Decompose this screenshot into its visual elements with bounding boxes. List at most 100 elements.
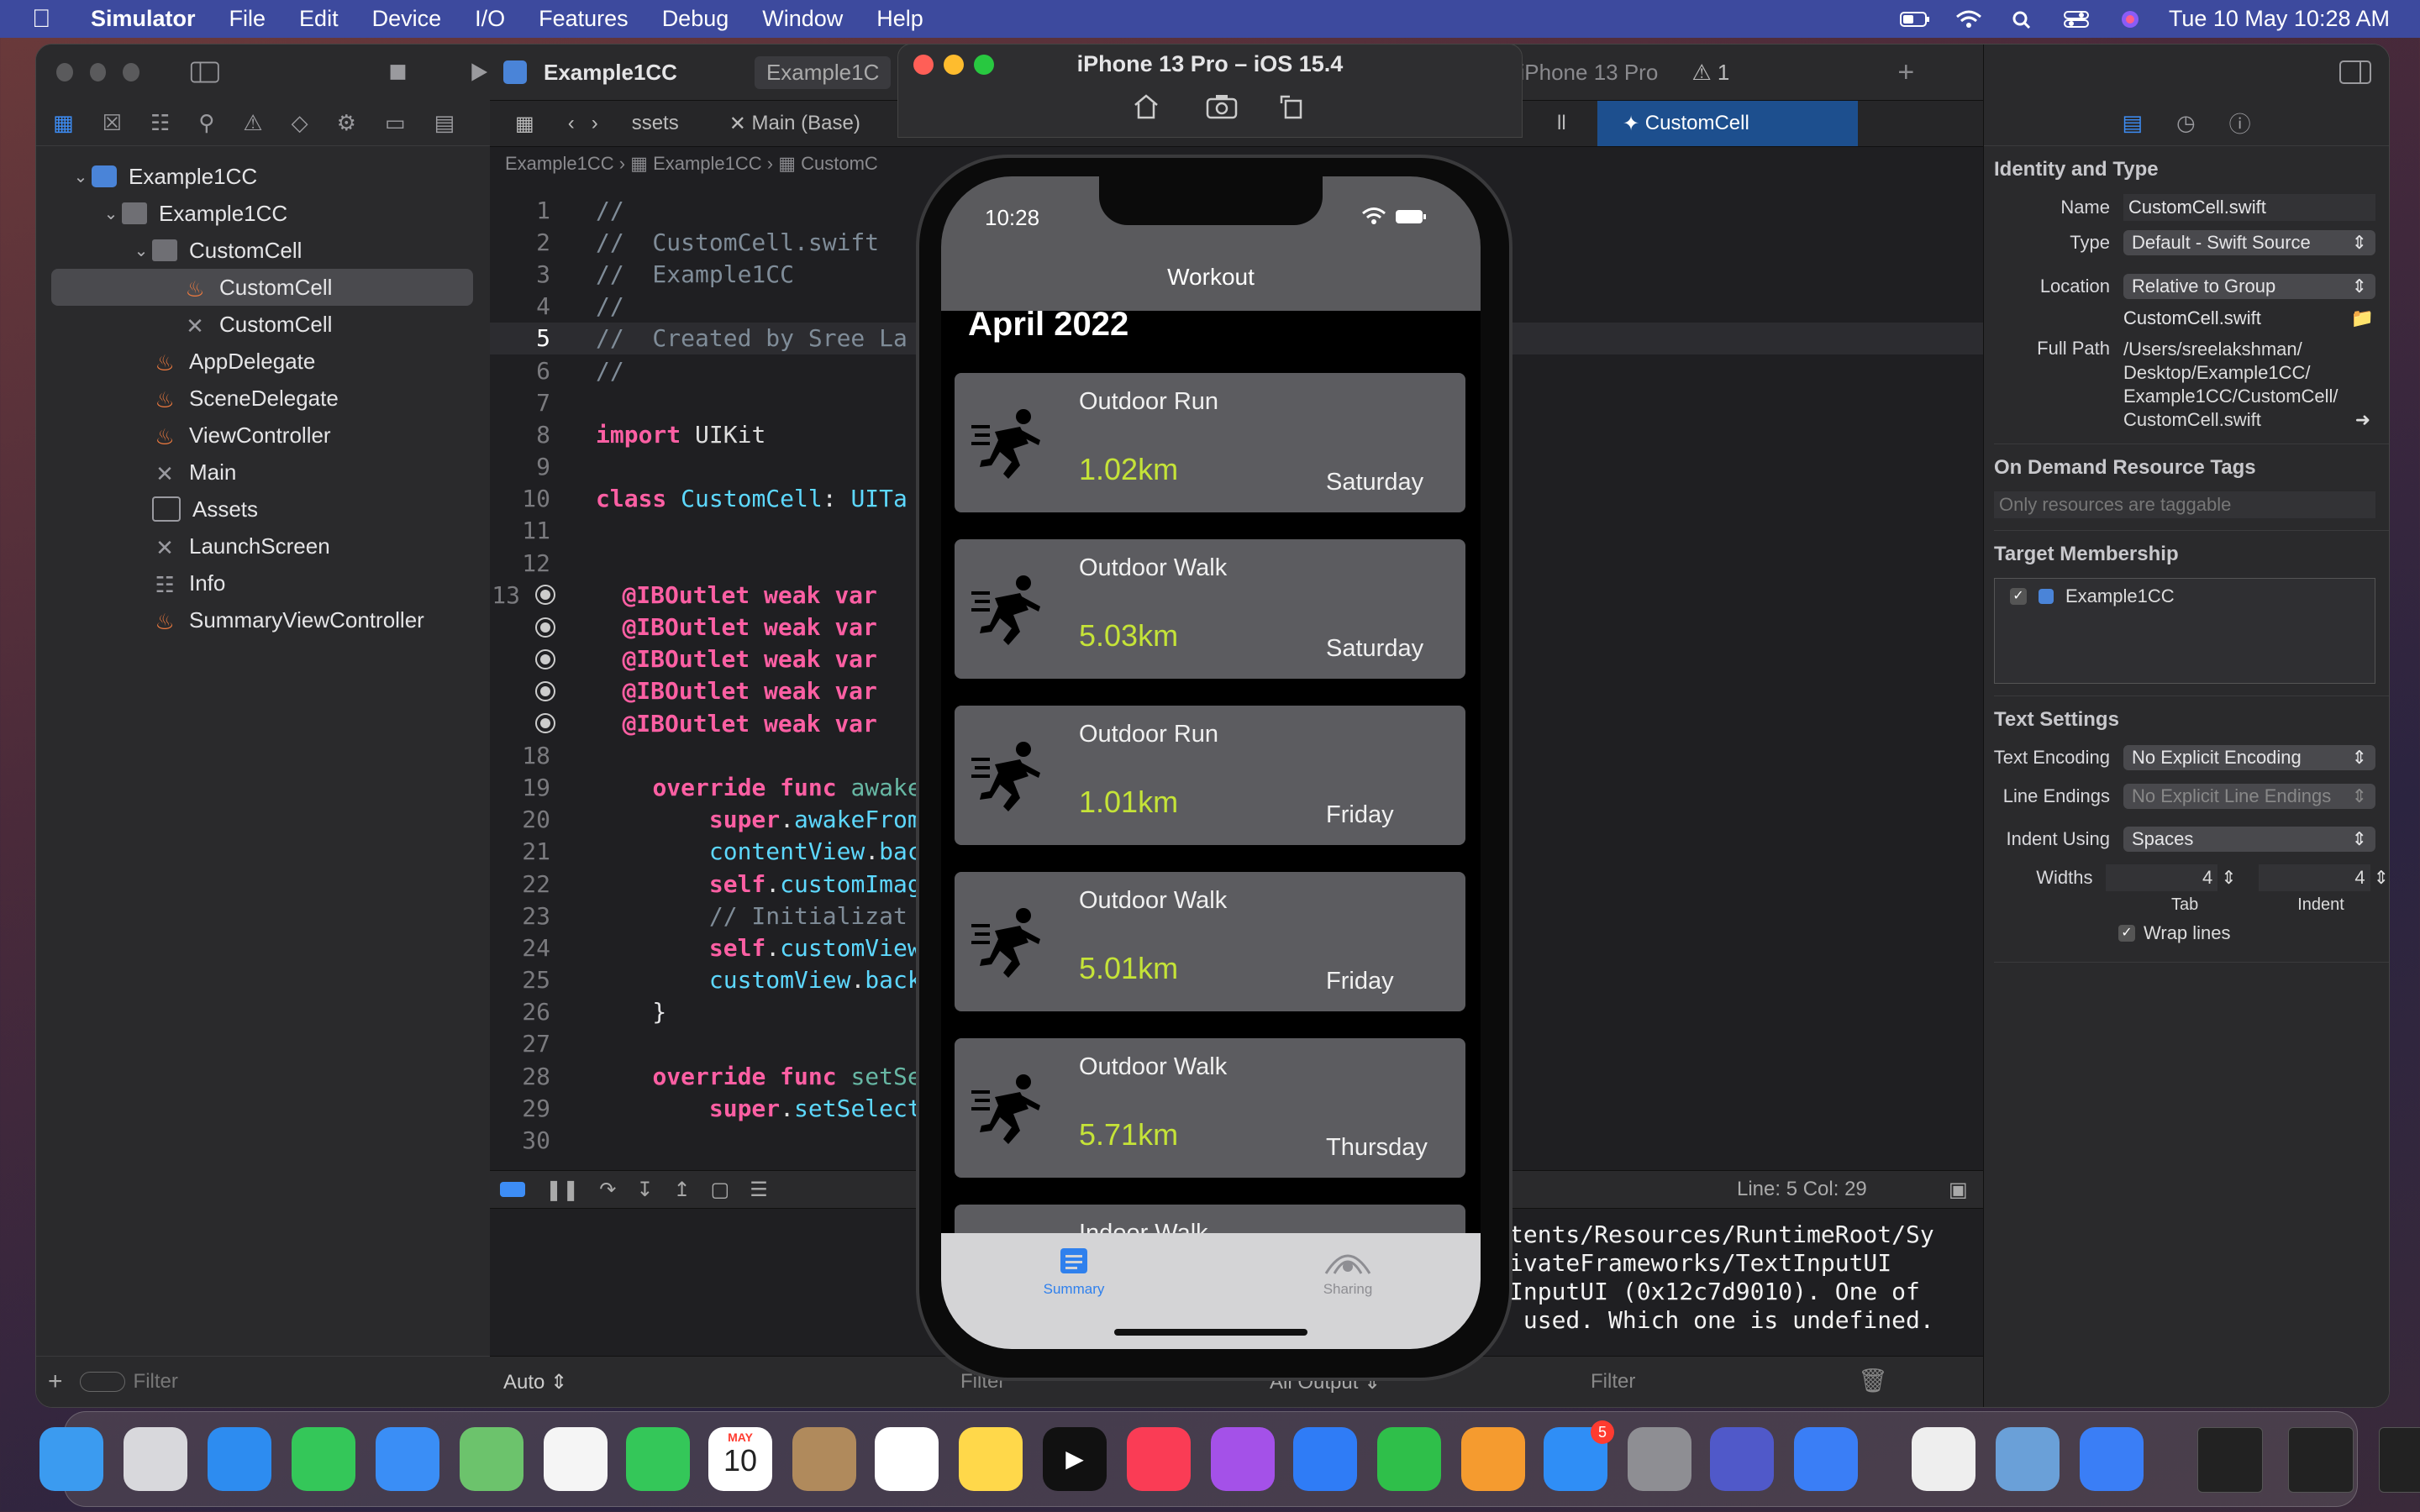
- file-inspector-icon[interactable]: ▤: [2122, 110, 2143, 136]
- line-number[interactable]: 3: [490, 260, 566, 288]
- workout-cell[interactable]: Outdoor Walk 5.03km Saturday: [955, 539, 1465, 679]
- line-number[interactable]: 30: [490, 1126, 566, 1154]
- menu-clock[interactable]: Tue 10 May 10:28 AM: [2169, 6, 2390, 32]
- line-number[interactable]: 7: [490, 389, 566, 417]
- add-tab-icon[interactable]: +: [1897, 56, 1914, 89]
- help-inspector-icon[interactable]: ⓘ: [2229, 108, 2251, 139]
- reveal-in-finder-icon[interactable]: ➜: [2355, 408, 2370, 432]
- menu-features[interactable]: Features: [539, 6, 629, 32]
- view-hierarchy-icon[interactable]: ▢: [711, 1178, 730, 1202]
- line-number[interactable]: 27: [490, 1030, 566, 1058]
- tab-width-stepper[interactable]: ⇕: [2221, 867, 2236, 889]
- line-endings-popup[interactable]: No Explicit Line Endings ⇕: [2123, 784, 2375, 809]
- line-number[interactable]: 22: [490, 870, 566, 898]
- step-out-icon[interactable]: ↥: [673, 1178, 690, 1202]
- line-number[interactable]: 23: [490, 902, 566, 930]
- line-number[interactable]: 24: [490, 934, 566, 962]
- dock-music-icon[interactable]: [1127, 1427, 1191, 1491]
- console-filter-input[interactable]: Filter: [1591, 1370, 1635, 1394]
- navigator-item[interactable]: ♨ SceneDelegate: [36, 380, 490, 417]
- name-field[interactable]: CustomCell.swift: [2123, 194, 2375, 221]
- hide-debug-area-icon[interactable]: ▣: [1949, 1178, 1968, 1202]
- dock-launchpad-icon[interactable]: [124, 1427, 187, 1491]
- navigator-item[interactable]: Assets: [36, 491, 490, 528]
- workout-cell[interactable]: Outdoor Walk 5.01km Friday: [955, 872, 1465, 1011]
- workout-cell[interactable]: Outdoor Run 1.01km Friday: [955, 706, 1465, 845]
- filter-options-icon[interactable]: [79, 1372, 125, 1392]
- dock-contacts-icon[interactable]: [792, 1427, 856, 1491]
- source-control-navigator-icon[interactable]: ☒: [103, 110, 122, 136]
- menu-app-simulator[interactable]: Simulator: [91, 6, 196, 32]
- dock-xcode-icon[interactable]: [1794, 1427, 1858, 1491]
- tab-assets[interactable]: ssets: [607, 101, 704, 146]
- line-number[interactable]: 20: [490, 806, 566, 833]
- line-number[interactable]: 25: [490, 966, 566, 994]
- menu-window[interactable]: Window: [762, 6, 843, 32]
- screenshot-icon[interactable]: [1206, 93, 1238, 120]
- tab-width-field[interactable]: 4: [2106, 864, 2218, 891]
- warning-count[interactable]: ⚠ 1: [1691, 60, 1729, 86]
- outlet-connection-icon[interactable]: [535, 648, 566, 669]
- line-number[interactable]: 18: [490, 742, 566, 769]
- line-number[interactable]: 11: [490, 517, 566, 544]
- run-icon[interactable]: [467, 60, 490, 85]
- line-number[interactable]: 29: [490, 1095, 566, 1122]
- home-indicator[interactable]: [1114, 1329, 1307, 1336]
- dock-maps-icon[interactable]: [460, 1427, 523, 1491]
- dock-window-3-icon[interactable]: [2379, 1427, 2420, 1493]
- symbol-navigator-icon[interactable]: ☷: [150, 110, 170, 136]
- dock-facetime-icon[interactable]: [626, 1427, 690, 1491]
- navigator-item[interactable]: ✕ LaunchScreen: [36, 528, 490, 564]
- folder-navigator-icon[interactable]: ▦: [53, 110, 74, 136]
- dock-simulator-icon[interactable]: [2080, 1427, 2144, 1491]
- back-icon[interactable]: ‹: [560, 101, 583, 146]
- dock-chrome-icon[interactable]: [1912, 1427, 1975, 1491]
- minimize-window-button[interactable]: [89, 63, 107, 81]
- navigator-item[interactable]: ♨ CustomCell: [51, 269, 473, 306]
- line-number[interactable]: 9: [490, 453, 566, 480]
- disclosure-chevron-icon[interactable]: ⌄: [130, 240, 152, 261]
- tab-sharing[interactable]: Sharing: [1289, 1245, 1407, 1298]
- step-into-icon[interactable]: ↧: [636, 1178, 653, 1202]
- report-navigator-icon[interactable]: ▤: [434, 110, 455, 136]
- sidebar-toggle-icon[interactable]: [190, 60, 220, 85]
- apple-menu-icon[interactable]: : [32, 5, 69, 34]
- navigator-item[interactable]: ☷ Info: [36, 564, 490, 601]
- rotate-icon[interactable]: [1278, 93, 1307, 120]
- navigator-item[interactable]: ♨ AppDelegate: [36, 343, 490, 380]
- dock-calendar-icon[interactable]: MAY 10: [708, 1427, 772, 1491]
- inspector-toggle-icon[interactable]: [2338, 60, 2372, 85]
- line-number[interactable]: 4: [490, 292, 566, 320]
- disclosure-chevron-icon[interactable]: ⌄: [70, 166, 92, 187]
- tab-customcell-xib[interactable]: ll: [1532, 101, 1591, 146]
- dock-pages-icon[interactable]: [1461, 1427, 1525, 1491]
- dock-reminders-icon[interactable]: [875, 1427, 939, 1491]
- workout-cell[interactable]: Outdoor Run 1.02km Saturday: [955, 373, 1465, 512]
- variables-scope-select[interactable]: Auto ⇕: [503, 1370, 567, 1394]
- dock-preview-icon[interactable]: [1996, 1427, 2060, 1491]
- navigator-item[interactable]: ♨ ViewController: [36, 417, 490, 454]
- dock-podcasts-icon[interactable]: [1211, 1427, 1275, 1491]
- line-number[interactable]: 28: [490, 1063, 566, 1090]
- target-checkbox[interactable]: ✓: [2010, 588, 2027, 605]
- dock-window-2-icon[interactable]: [2288, 1427, 2354, 1493]
- dock-mail-icon[interactable]: [376, 1427, 439, 1491]
- tab-customcell-swift[interactable]: ✦ CustomCell: [1597, 101, 1858, 146]
- pause-icon[interactable]: ❚❚: [545, 1178, 579, 1202]
- siri-icon[interactable]: [2115, 10, 2145, 29]
- control-center-icon[interactable]: [2061, 10, 2091, 29]
- navigator-item[interactable]: ✕ CustomCell: [36, 306, 490, 343]
- dock-numbers-icon[interactable]: [1377, 1427, 1441, 1491]
- indent-using-popup[interactable]: Spaces ⇕: [2123, 827, 2375, 852]
- dock-window-1-icon[interactable]: [2197, 1427, 2263, 1493]
- outlet-connection-icon[interactable]: [535, 680, 566, 701]
- dock-messages-icon[interactable]: [292, 1427, 355, 1491]
- navigator-item[interactable]: ⌄ CustomCell: [36, 232, 490, 269]
- history-inspector-icon[interactable]: ◷: [2176, 110, 2196, 136]
- dock-tv-icon[interactable]: ▶: [1043, 1427, 1107, 1491]
- menu-file[interactable]: File: [229, 6, 266, 32]
- outlet-connection-icon[interactable]: [535, 585, 566, 606]
- dock-safari-icon[interactable]: [208, 1427, 271, 1491]
- type-popup[interactable]: Default - Swift Source ⇕: [2123, 230, 2375, 255]
- dock-photos-icon[interactable]: [544, 1427, 608, 1491]
